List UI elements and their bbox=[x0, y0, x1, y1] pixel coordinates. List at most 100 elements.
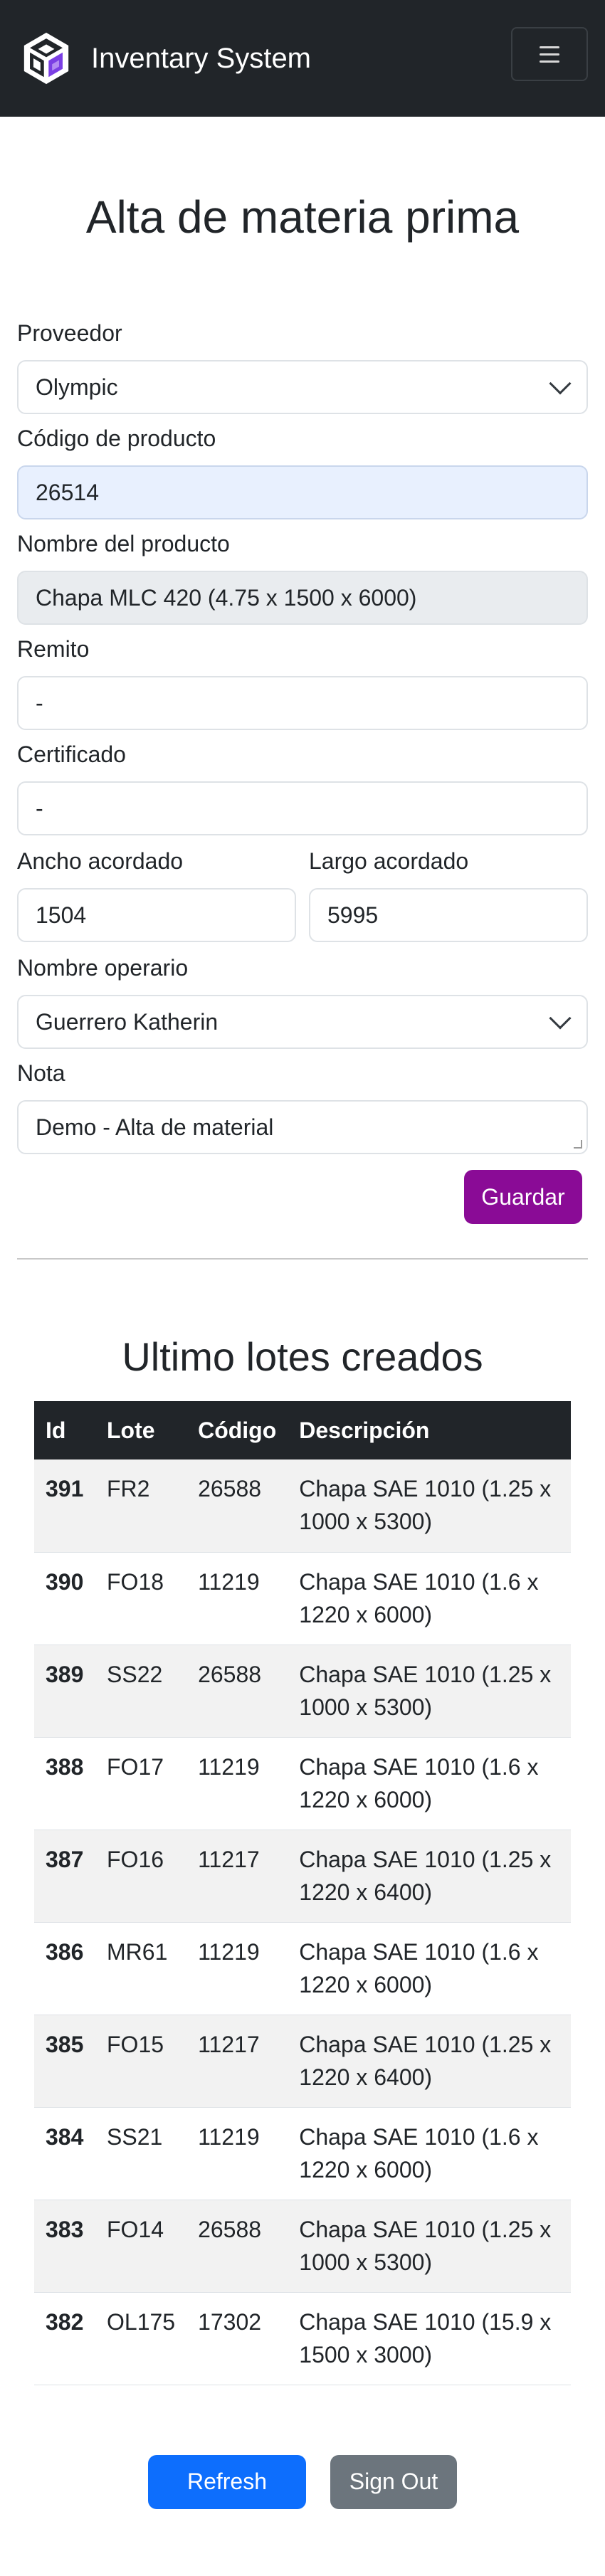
lots-table: Id Lote Código Descripción 391 FR2 26588… bbox=[34, 1401, 571, 2385]
table-row: 391 FR2 26588 Chapa SAE 1010 (1.25 x 100… bbox=[34, 1459, 571, 1553]
nota-value: Demo - Alta de material bbox=[36, 1114, 274, 1140]
codigo-input[interactable]: 26514 bbox=[17, 465, 588, 519]
cell-descripcion: Chapa SAE 1010 (1.25 x 1220 x 6400) bbox=[288, 2015, 571, 2108]
operario-field: Nombre operario Guerrero Katherin bbox=[17, 951, 588, 1049]
resize-handle-icon[interactable] bbox=[574, 1140, 582, 1149]
remito-value: - bbox=[36, 690, 43, 716]
cell-descripcion: Chapa SAE 1010 (1.6 x 1220 x 6000) bbox=[288, 1922, 571, 2015]
save-button[interactable]: Guardar bbox=[464, 1170, 582, 1224]
header-codigo: Código bbox=[186, 1401, 288, 1459]
cell-id: 387 bbox=[34, 1830, 95, 1923]
divider bbox=[17, 1258, 588, 1260]
cell-lote: FO16 bbox=[95, 1830, 187, 1923]
codigo-field: Código de producto 26514 bbox=[17, 421, 588, 519]
cell-descripcion: Chapa SAE 1010 (1.25 x 1000 x 5300) bbox=[288, 1645, 571, 1738]
nombre-field: Nombre del producto Chapa MLC 420 (4.75 … bbox=[17, 527, 588, 625]
proveedor-select[interactable]: Olympic bbox=[17, 360, 588, 414]
operario-select[interactable]: Guerrero Katherin bbox=[17, 995, 588, 1049]
table-row: 384 SS21 11219 Chapa SAE 1010 (1.6 x 122… bbox=[34, 2107, 571, 2200]
cell-codigo: 17302 bbox=[186, 2292, 288, 2385]
nombre-value: Chapa MLC 420 (4.75 x 1500 x 6000) bbox=[36, 584, 417, 611]
cell-codigo: 11219 bbox=[186, 2107, 288, 2200]
table-row: 389 SS22 26588 Chapa SAE 1010 (1.25 x 10… bbox=[34, 1645, 571, 1738]
cell-id: 385 bbox=[34, 2015, 95, 2108]
cell-lote: OL175 bbox=[95, 2292, 187, 2385]
largo-field: Largo acordado 5995 bbox=[309, 843, 588, 949]
cell-descripcion: Chapa SAE 1010 (1.6 x 1220 x 6000) bbox=[288, 1552, 571, 1645]
lots-table-wrapper: Id Lote Código Descripción 391 FR2 26588… bbox=[0, 1401, 605, 2385]
table-header-row: Id Lote Código Descripción bbox=[34, 1401, 571, 1459]
form-title: Alta de materia prima bbox=[85, 191, 520, 243]
proveedor-value: Olympic bbox=[36, 374, 118, 400]
operario-value: Guerrero Katherin bbox=[36, 1008, 219, 1035]
cell-descripcion: Chapa SAE 1010 (1.25 x 1000 x 5300) bbox=[288, 2200, 571, 2293]
table-row: 383 FO14 26588 Chapa SAE 1010 (1.25 x 10… bbox=[34, 2200, 571, 2293]
cell-lote: SS21 bbox=[95, 2107, 187, 2200]
cell-id: 384 bbox=[34, 2107, 95, 2200]
certificado-label: Certificado bbox=[17, 741, 126, 767]
cell-descripcion: Chapa SAE 1010 (1.25 x 1000 x 5300) bbox=[288, 1459, 571, 1553]
form-actions: Guardar bbox=[17, 1170, 588, 1224]
certificado-field: Certificado - bbox=[17, 737, 588, 835]
table-row: 382 OL175 17302 Chapa SAE 1010 (15.9 x 1… bbox=[34, 2292, 571, 2385]
cell-lote: MR61 bbox=[95, 1922, 187, 2015]
cell-codigo: 26588 bbox=[186, 1645, 288, 1738]
codigo-label: Código de producto bbox=[17, 426, 216, 451]
cell-lote: FO14 bbox=[95, 2200, 187, 2293]
sign-out-button[interactable]: Sign Out bbox=[330, 2454, 457, 2509]
ancho-input[interactable]: 1504 bbox=[17, 888, 296, 942]
nombre-label: Nombre del producto bbox=[17, 531, 230, 556]
header-descripcion: Descripción bbox=[288, 1401, 571, 1459]
cube-logo-icon bbox=[23, 32, 69, 85]
cell-id: 391 bbox=[34, 1459, 95, 1553]
cell-codigo: 11219 bbox=[186, 1552, 288, 1645]
cell-descripcion: Chapa SAE 1010 (1.25 x 1220 x 6400) bbox=[288, 1830, 571, 1923]
largo-input[interactable]: 5995 bbox=[309, 888, 588, 942]
cell-codigo: 11219 bbox=[186, 1922, 288, 2015]
brand-title: Inventary System bbox=[91, 42, 312, 74]
codigo-value: 26514 bbox=[36, 479, 99, 505]
brand[interactable]: Inventary System bbox=[17, 29, 311, 88]
certificado-input[interactable]: - bbox=[17, 781, 588, 835]
remito-label: Remito bbox=[17, 636, 90, 662]
refresh-button[interactable]: Refresh bbox=[148, 2454, 306, 2509]
chevron-down-icon bbox=[549, 372, 572, 395]
ancho-value: 1504 bbox=[36, 902, 87, 928]
cell-lote: FR2 bbox=[95, 1459, 187, 1553]
remito-input[interactable]: - bbox=[17, 676, 588, 730]
cell-codigo: 26588 bbox=[186, 2200, 288, 2293]
ancho-field: Ancho acordado 1504 bbox=[17, 843, 296, 949]
table-row: 386 MR61 11219 Chapa SAE 1010 (1.6 x 122… bbox=[34, 1922, 571, 2015]
raw-material-form: Proveedor Olympic Código de producto 265… bbox=[0, 316, 605, 1224]
header-lote: Lote bbox=[95, 1401, 187, 1459]
cell-lote: FO17 bbox=[95, 1737, 187, 1830]
table-row: 387 FO16 11217 Chapa SAE 1010 (1.25 x 12… bbox=[34, 1830, 571, 1923]
remito-field: Remito - bbox=[17, 632, 588, 730]
navbar: Inventary System bbox=[0, 0, 605, 117]
table-row: 388 FO17 11219 Chapa SAE 1010 (1.6 x 122… bbox=[34, 1737, 571, 1830]
largo-label: Largo acordado bbox=[309, 848, 469, 874]
cell-lote: SS22 bbox=[95, 1645, 187, 1738]
cell-lote: FO15 bbox=[95, 2015, 187, 2108]
header-id: Id bbox=[34, 1401, 95, 1459]
ancho-label: Ancho acordado bbox=[17, 848, 184, 874]
cell-codigo: 11219 bbox=[186, 1737, 288, 1830]
chevron-down-icon bbox=[549, 1007, 572, 1030]
proveedor-field: Proveedor Olympic bbox=[17, 316, 588, 414]
nota-textarea[interactable]: Demo - Alta de material bbox=[17, 1100, 588, 1154]
page-actions: Refresh Sign Out bbox=[0, 2454, 605, 2509]
menu-toggle-button[interactable] bbox=[511, 27, 588, 81]
cell-id: 386 bbox=[34, 1922, 95, 2015]
cell-codigo: 11217 bbox=[186, 2015, 288, 2108]
cell-id: 383 bbox=[34, 2200, 95, 2293]
certificado-value: - bbox=[36, 795, 43, 821]
cell-codigo: 26588 bbox=[186, 1459, 288, 1553]
cell-id: 382 bbox=[34, 2292, 95, 2385]
table-row: 385 FO15 11217 Chapa SAE 1010 (1.25 x 12… bbox=[34, 2015, 571, 2108]
operario-label: Nombre operario bbox=[17, 955, 189, 981]
cell-id: 390 bbox=[34, 1552, 95, 1645]
nombre-input: Chapa MLC 420 (4.75 x 1500 x 6000) bbox=[17, 571, 588, 625]
hamburger-icon bbox=[540, 46, 559, 63]
cell-lote: FO18 bbox=[95, 1552, 187, 1645]
largo-value: 5995 bbox=[327, 902, 379, 928]
